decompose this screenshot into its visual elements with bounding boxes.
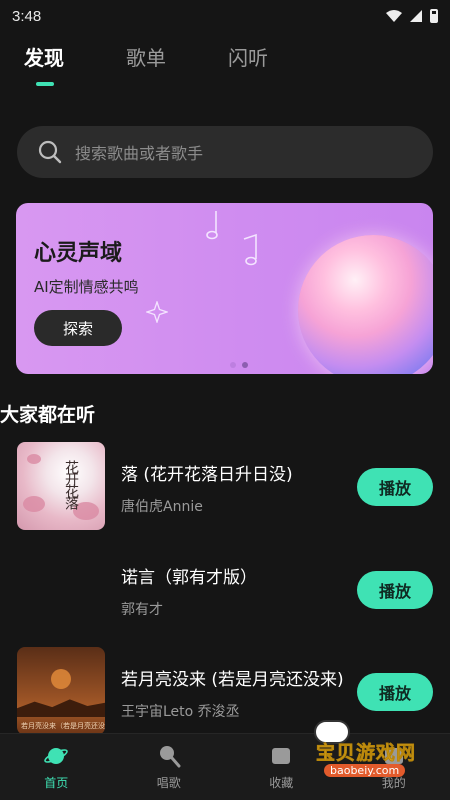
song-list-item[interactable]: 若月亮没来（若是月亮还没来） 若月亮没来 (若是月亮还没来) 王宇宙Leto 乔… <box>17 647 433 735</box>
bottom-nav: 首页 唱歌 收藏 我的 <box>0 733 450 800</box>
collect-icon <box>272 748 291 764</box>
nav-sing[interactable]: 唱歌 <box>113 734 226 800</box>
status-time: 3:48 <box>12 7 42 25</box>
tab-quick-listen[interactable]: 闪听 <box>228 42 268 71</box>
tab-playlists[interactable]: 歌单 <box>126 42 166 71</box>
user-icon <box>384 748 403 764</box>
nav-home[interactable]: 首页 <box>0 734 113 800</box>
music-note-icon <box>243 233 257 266</box>
petal-decoration <box>23 496 45 512</box>
mountain-decoration <box>17 699 105 717</box>
song-list-item[interactable]: 花开花落 落 (花开花落日升日没) 唐伯虎Annie 播放 <box>17 442 433 530</box>
cover-calligraphy: 花开花落 <box>63 460 79 508</box>
song-artist: 王宇宙Leto 乔浚丞 <box>121 704 240 720</box>
nav-label: 首页 <box>44 776 69 790</box>
cover-text: 若月亮没来（若是月亮还没来） <box>21 722 105 730</box>
explore-button[interactable]: 探索 <box>34 310 122 346</box>
banner-subtitle: AI定制情感共鸣 <box>34 278 139 296</box>
search-icon <box>38 140 62 164</box>
nav-label: 唱歌 <box>156 776 181 790</box>
sun-decoration <box>51 669 71 689</box>
album-cover: 花开花落 <box>17 442 105 530</box>
carousel-dots <box>230 362 248 368</box>
top-tabs: 发现 歌单 闪听 <box>24 42 268 71</box>
play-button[interactable]: 播放 <box>357 673 433 711</box>
song-artist: 唐伯虎Annie <box>121 499 203 515</box>
planet-icon <box>44 748 69 764</box>
search-placeholder: 搜索歌曲或者歌手 <box>75 144 204 163</box>
nav-profile[interactable]: 我的 <box>338 734 450 800</box>
signal-icon <box>410 10 422 22</box>
planet-illustration <box>298 235 433 374</box>
play-button[interactable]: 播放 <box>357 468 433 506</box>
wifi-icon <box>386 10 402 22</box>
star-icon <box>146 301 168 323</box>
play-button[interactable]: 播放 <box>357 571 433 609</box>
tab-discover[interactable]: 发现 <box>24 42 64 71</box>
song-title: 落 (花开花落日升日没) <box>121 465 293 485</box>
banner-title: 心灵声域 <box>34 241 123 266</box>
song-title: 若月亮没来 (若是月亮还没来) <box>121 670 344 690</box>
status-bar: 3:48 <box>0 0 450 32</box>
search-bar[interactable]: 搜索歌曲或者歌手 <box>17 126 433 178</box>
music-note-icon <box>206 211 218 240</box>
nav-label: 收藏 <box>269 776 294 790</box>
nav-label: 我的 <box>381 776 406 790</box>
banner-carousel[interactable]: 心灵声域 AI定制情感共鸣 探索 <box>16 203 433 374</box>
song-artist: 郭有才 <box>121 602 163 618</box>
status-icons <box>386 9 438 23</box>
song-title: 诺言（郭有才版） <box>121 568 257 588</box>
microphone-icon <box>159 746 181 768</box>
tab-indicator <box>36 82 54 86</box>
album-cover: 若月亮没来（若是月亮还没来） <box>17 647 105 735</box>
section-title: 大家都在听 <box>0 404 96 426</box>
carousel-dot-active[interactable] <box>242 362 248 368</box>
battery-icon <box>430 9 438 23</box>
carousel-dot[interactable] <box>230 362 236 368</box>
petal-decoration <box>27 454 41 464</box>
nav-collect[interactable]: 收藏 <box>225 734 338 800</box>
song-list-item[interactable]: 诺言（郭有才版） 郭有才 播放 <box>17 545 433 633</box>
